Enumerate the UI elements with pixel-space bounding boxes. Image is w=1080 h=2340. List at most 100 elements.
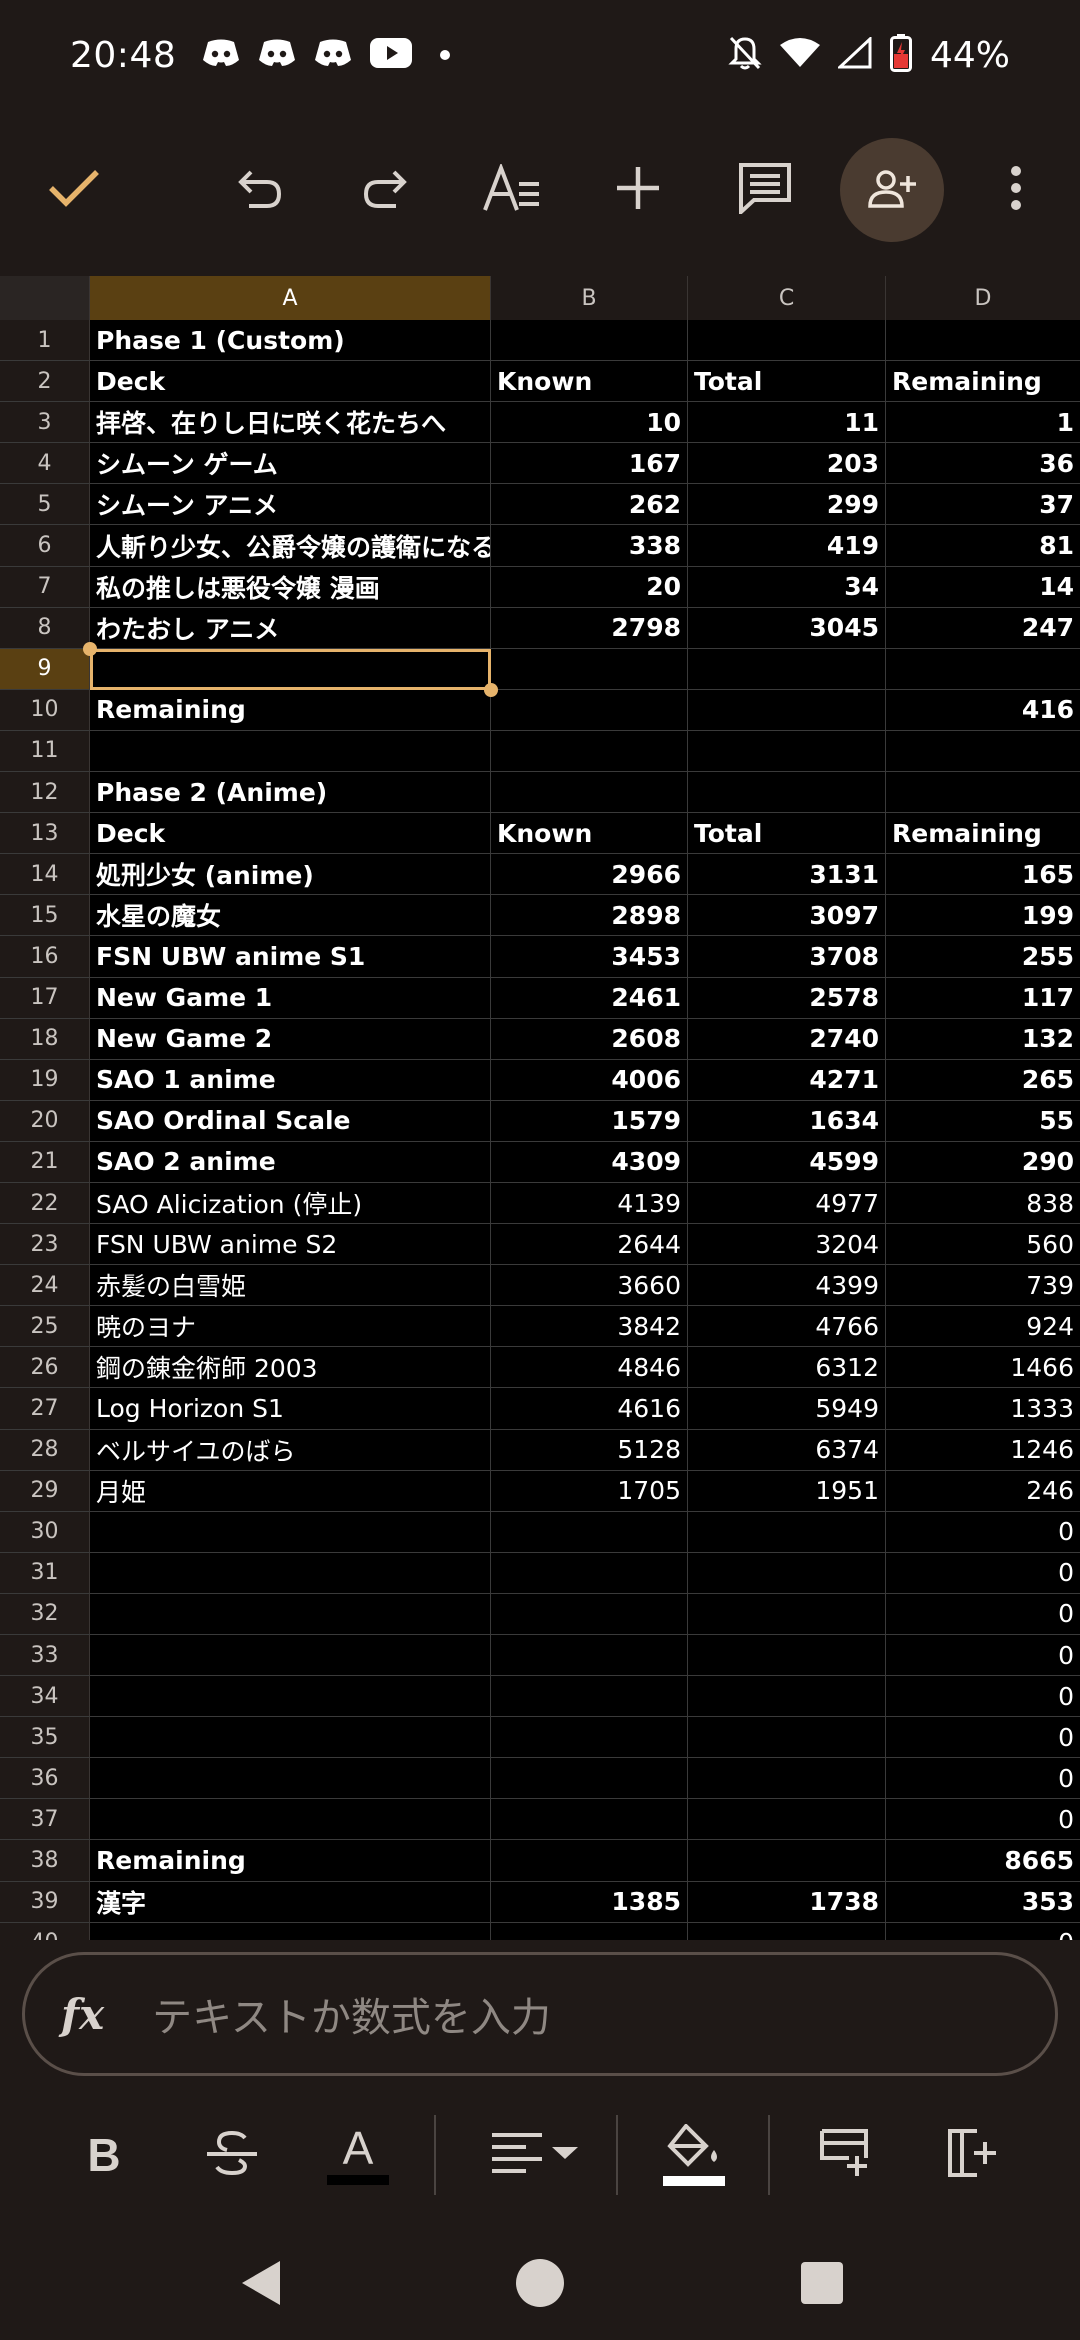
cell-b[interactable]: 3842	[491, 1306, 688, 1347]
cell-c[interactable]: 6312	[688, 1347, 886, 1388]
selection-handle-end[interactable]	[484, 682, 498, 697]
cell-b[interactable]	[491, 1799, 688, 1840]
cell-c[interactable]: 419	[688, 525, 886, 566]
cell-c[interactable]	[688, 730, 886, 772]
cell-a[interactable]: 拝啓、在りし日に咲く花たちへ	[90, 402, 491, 443]
row-header[interactable]: 38	[0, 1840, 90, 1881]
cell-a[interactable]: SAO 2 anime	[90, 1141, 491, 1182]
cell-d[interactable]: 739	[886, 1265, 1080, 1305]
spreadsheet-grid[interactable]: A B C D 1 Phase 1 (Custom) 2 Deck Known Total…	[0, 276, 1080, 1940]
row-header[interactable]: 31	[0, 1552, 90, 1593]
cell-d[interactable]: 8665	[886, 1840, 1080, 1880]
cell-b[interactable]: 2798	[491, 607, 688, 648]
cell-a[interactable]: 処刑少女 (anime)	[90, 854, 491, 895]
cell-b[interactable]: 338	[491, 525, 688, 566]
column-header-a[interactable]: A	[90, 276, 491, 320]
strikethrough-button[interactable]	[182, 2100, 282, 2210]
cell-c[interactable]: 3131	[688, 854, 886, 895]
cell-c[interactable]	[688, 1552, 886, 1593]
cell-d[interactable]: 55	[886, 1101, 1080, 1141]
cell-d[interactable]: 247	[886, 608, 1080, 648]
cell-a[interactable]: SAO Alicization (停止)	[90, 1182, 491, 1224]
row-header[interactable]: 13	[0, 813, 90, 854]
cell-c[interactable]: 3045	[688, 607, 886, 648]
cell-a[interactable]: わたおし アニメ	[90, 607, 491, 648]
cell-c[interactable]: 2578	[688, 977, 886, 1018]
cell-b[interactable]: 2461	[491, 977, 688, 1018]
recents-button[interactable]	[762, 2230, 882, 2340]
cell-b[interactable]: 1579	[491, 1100, 688, 1141]
cell-b[interactable]	[491, 730, 688, 772]
cell-d[interactable]: 0	[886, 1676, 1080, 1716]
cell-b[interactable]: 167	[491, 443, 688, 484]
row-header[interactable]: 6	[0, 525, 90, 566]
back-button[interactable]	[200, 2230, 320, 2340]
cell-d[interactable]: 0	[886, 1799, 1080, 1839]
cell-d[interactable]: 0	[886, 1758, 1080, 1798]
row-header[interactable]: 25	[0, 1306, 90, 1347]
cell-b[interactable]	[491, 772, 688, 813]
cell-c[interactable]	[688, 320, 886, 361]
more-options-button[interactable]	[966, 130, 1066, 250]
cell-b[interactable]: Known	[491, 813, 688, 854]
cell-c[interactable]	[688, 1511, 886, 1552]
cell-c[interactable]	[688, 1593, 886, 1634]
cell-a[interactable]: Phase 2 (Anime)	[90, 772, 491, 813]
cell-a[interactable]: 暁のヨナ	[90, 1306, 491, 1347]
cell-c[interactable]: 5949	[688, 1388, 886, 1429]
share-button-bg[interactable]	[840, 138, 944, 242]
cell-b[interactable]: 262	[491, 484, 688, 525]
cell-d[interactable]: 1	[886, 402, 1080, 442]
cell-c[interactable]: 299	[688, 484, 886, 525]
cell-a[interactable]: Deck	[90, 361, 491, 402]
row-header[interactable]: 29	[0, 1470, 90, 1511]
cell-c[interactable]: 6374	[688, 1429, 886, 1470]
row-header[interactable]: 34	[0, 1676, 90, 1717]
insert-column-button[interactable]	[922, 2100, 1022, 2210]
cell-a[interactable]: FSN UBW anime S2	[90, 1224, 491, 1265]
cell-c[interactable]: 2740	[688, 1018, 886, 1059]
cell-c[interactable]: 3708	[688, 936, 886, 977]
row-header[interactable]: 40	[0, 1922, 90, 1940]
cell-c[interactable]: 3204	[688, 1224, 886, 1265]
cell-c[interactable]	[688, 1717, 886, 1758]
cell-c[interactable]	[688, 689, 886, 730]
cell-d[interactable]: 0	[886, 1594, 1080, 1634]
cell-c[interactable]: 11	[688, 402, 886, 443]
home-button[interactable]	[480, 2230, 600, 2340]
row-header[interactable]: 9	[0, 648, 90, 689]
cell-a[interactable]: FSN UBW anime S1	[90, 936, 491, 977]
column-header-c[interactable]: C	[688, 276, 886, 320]
cell-b[interactable]: 4846	[491, 1347, 688, 1388]
cell-d[interactable]	[886, 731, 1080, 771]
cell-d[interactable]: 353	[886, 1882, 1080, 1922]
cell-c[interactable]: Total	[688, 361, 886, 402]
cell-d[interactable]: 255	[886, 936, 1080, 976]
redo-button[interactable]	[335, 130, 435, 250]
cell-c[interactable]: 4271	[688, 1059, 886, 1100]
row-header[interactable]: 20	[0, 1100, 90, 1141]
cell-d[interactable]: 36	[886, 443, 1080, 483]
cell-c[interactable]	[688, 772, 886, 813]
cell-c[interactable]: 4977	[688, 1182, 886, 1224]
cell-b[interactable]: 3453	[491, 936, 688, 977]
cell-d[interactable]: 165	[886, 854, 1080, 894]
selection-handle-start[interactable]	[83, 641, 97, 656]
align-button[interactable]	[480, 2100, 590, 2210]
cell-a[interactable]: New Game 1	[90, 977, 491, 1018]
row-header[interactable]: 28	[0, 1429, 90, 1470]
row-header[interactable]: 5	[0, 484, 90, 525]
cell-c[interactable]	[688, 1922, 886, 1940]
cell-a[interactable]: 人斬り少女、公爵令嬢の護衛になる	[90, 525, 491, 566]
row-header[interactable]: 18	[0, 1018, 90, 1059]
cell-a[interactable]	[90, 1717, 491, 1758]
row-header[interactable]: 33	[0, 1635, 90, 1676]
row-header[interactable]: 26	[0, 1347, 90, 1388]
cell-c[interactable]: 3097	[688, 895, 886, 936]
cell-d[interactable]: 81	[886, 525, 1080, 565]
cell-d[interactable]: 14	[886, 567, 1080, 607]
cell-a[interactable]: 私の推しは悪役令嬢 漫画	[90, 566, 491, 607]
cell-c[interactable]: 1634	[688, 1100, 886, 1141]
cell-a[interactable]	[90, 1922, 491, 1940]
cell-d[interactable]: 416	[886, 690, 1080, 730]
